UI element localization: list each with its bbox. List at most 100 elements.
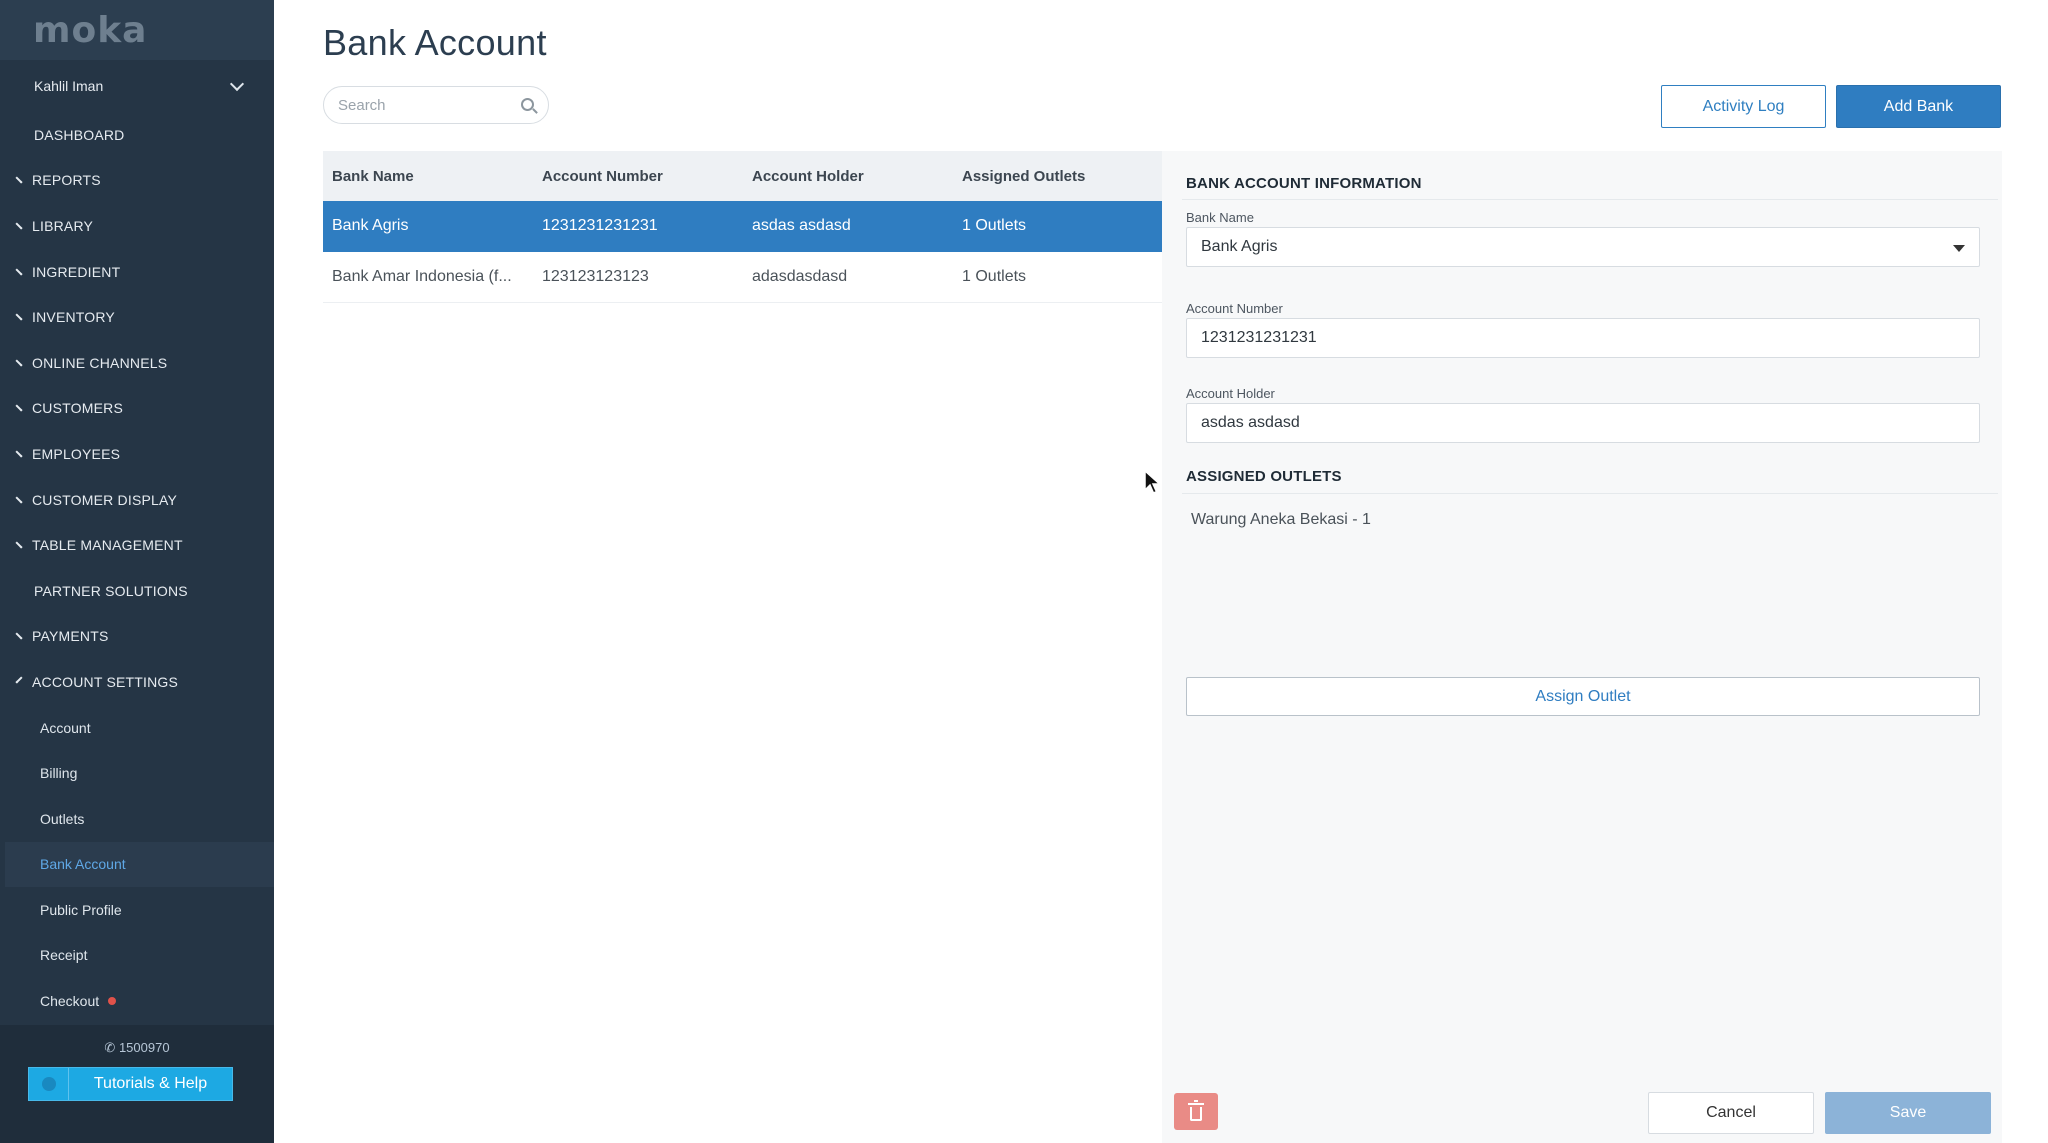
nav-dashboard[interactable]: DASHBOARD <box>0 112 274 158</box>
subnav-public-profile[interactable]: Public Profile <box>0 887 274 933</box>
nav-label: TABLE MANAGEMENT <box>32 537 183 554</box>
user-menu[interactable]: Kahlil Iman <box>0 60 274 112</box>
nav-customers[interactable]: CUSTOMERS <box>0 386 274 432</box>
divider <box>1182 199 1998 200</box>
help-label: Tutorials & Help <box>93 1075 208 1092</box>
cancel-button[interactable]: Cancel <box>1648 1092 1814 1134</box>
nav-label: ONLINE CHANNELS <box>32 354 168 371</box>
user-name: Kahlil Iman <box>34 78 104 94</box>
nav-label: CUSTOMER DISPLAY <box>32 491 178 508</box>
nav-library[interactable]: LIBRARY <box>0 203 274 249</box>
chevron-right-icon <box>0 268 23 276</box>
chevron-down-icon <box>0 676 23 684</box>
column-header-account-number[interactable]: Account Number <box>533 168 743 185</box>
phone-icon: ✆ <box>104 1040 116 1055</box>
nav-reports[interactable]: REPORTS <box>0 158 274 204</box>
logo-text: moka <box>33 9 148 51</box>
chevron-right-icon <box>0 450 23 458</box>
bank-name-select[interactable]: Bank Agris <box>1186 227 1980 267</box>
save-button[interactable]: Save <box>1825 1092 1991 1134</box>
bank-account-detail-panel: BANK ACCOUNT INFORMATION Bank Name Bank … <box>1162 151 2002 1143</box>
chevron-right-icon <box>0 632 23 640</box>
account-holder-field[interactable]: asdas asdasd <box>1186 403 1980 443</box>
app-window: moka Kahlil Iman DASHBOARD REPORTS LIBRA… <box>0 0 2048 1143</box>
subnav-label: Billing <box>40 765 78 782</box>
cell-account-holder: asdas asdasd <box>752 217 851 234</box>
phone-number: 1500970 <box>118 1040 170 1055</box>
nav-partner-solutions[interactable]: PARTNER SOLUTIONS <box>0 568 274 614</box>
chevron-right-icon <box>0 176 23 184</box>
subnav-bank-account[interactable]: Bank Account <box>5 841 274 888</box>
tutorials-help-button[interactable]: Tutorials & Help <box>28 1067 233 1101</box>
nav-payments[interactable]: PAYMENTS <box>0 614 274 660</box>
notification-dot <box>108 997 117 1006</box>
nav-ingredient[interactable]: INGREDIENT <box>0 249 274 295</box>
search-input[interactable] <box>338 96 508 114</box>
activity-log-button[interactable]: Activity Log <box>1661 85 1826 128</box>
chevron-down-icon <box>229 76 245 91</box>
delete-button[interactable] <box>1174 1093 1218 1130</box>
nav-label: PARTNER SOLUTIONS <box>34 582 188 599</box>
subnav-checkout[interactable]: Checkout <box>0 978 274 1024</box>
subnav-label: Receipt <box>40 947 88 964</box>
subnav-receipt[interactable]: Receipt <box>0 933 274 979</box>
subnav-label: Account <box>40 719 91 736</box>
nav-account-settings[interactable]: ACCOUNT SETTINGS <box>0 659 274 705</box>
nav-label: ACCOUNT SETTINGS <box>32 673 179 690</box>
chevron-right-icon <box>0 359 23 367</box>
cell-bank-name: Bank Amar Indonesia (f... <box>332 268 512 285</box>
subnav-billing[interactable]: Billing <box>0 750 274 796</box>
bank-name-value: Bank Agris <box>1201 238 1278 255</box>
support-phone: ✆ 1500970 <box>0 1040 274 1056</box>
subnav-outlets[interactable]: Outlets <box>0 796 274 842</box>
assign-outlet-button[interactable]: Assign Outlet <box>1186 677 1980 716</box>
page-title: Bank Account <box>323 22 547 63</box>
column-header-bank-name[interactable]: Bank Name <box>323 168 533 185</box>
cell-account-number: 123123123123 <box>542 268 649 285</box>
table-row[interactable]: Bank Agris 1231231231231 asdas asdasd 1 … <box>323 201 1162 252</box>
chevron-right-icon <box>0 496 23 504</box>
column-header-account-holder[interactable]: Account Holder <box>743 168 953 185</box>
chevron-right-icon <box>0 404 23 412</box>
nav-label: INVENTORY <box>32 309 115 326</box>
subnav-account[interactable]: Account <box>0 705 274 751</box>
account-holder-label: Account Holder <box>1186 386 1275 401</box>
bank-name-label: Bank Name <box>1186 210 1254 225</box>
subnav-label: Public Profile <box>40 901 122 918</box>
main-content: Bank Account Activity Log Add Bank Bank … <box>274 0 2048 1143</box>
nav-online-channels[interactable]: ONLINE CHANNELS <box>0 340 274 386</box>
subnav-label: Checkout <box>40 993 100 1010</box>
cell-account-number: 1231231231231 <box>542 217 658 234</box>
table-header: Bank Name Account Number Account Holder … <box>323 151 1162 201</box>
caret-down-icon <box>1953 245 1965 252</box>
subnav-label: Bank Account <box>40 856 126 873</box>
nav-employees[interactable]: EMPLOYEES <box>0 431 274 477</box>
nav-customer-display[interactable]: CUSTOMER DISPLAY <box>0 477 274 523</box>
column-header-assigned-outlets[interactable]: Assigned Outlets <box>953 168 1162 185</box>
nav-label: EMPLOYEES <box>32 445 121 462</box>
table-row[interactable]: Bank Amar Indonesia (f... 123123123123 a… <box>323 252 1162 303</box>
account-number-value: 1231231231231 <box>1201 329 1317 346</box>
account-number-field[interactable]: 1231231231231 <box>1186 318 1980 358</box>
search-icon <box>521 98 534 111</box>
account-holder-value: asdas asdasd <box>1201 414 1300 431</box>
cell-assigned-outlets: 1 Outlets <box>962 268 1027 285</box>
nav-label: DASHBOARD <box>34 126 125 143</box>
sidebar: moka Kahlil Iman DASHBOARD REPORTS LIBRA… <box>0 0 274 1143</box>
search-box[interactable] <box>323 86 549 124</box>
nav-label: INGREDIENT <box>32 263 121 280</box>
cell-assigned-outlets: 1 Outlets <box>962 217 1027 234</box>
nav-table-management[interactable]: TABLE MANAGEMENT <box>0 522 274 568</box>
main-nav: DASHBOARD REPORTS LIBRARY INGREDIENT INV… <box>0 112 274 1024</box>
cell-bank-name: Bank Agris <box>332 217 409 234</box>
add-bank-button[interactable]: Add Bank <box>1836 85 2001 128</box>
moka-logo[interactable]: moka <box>0 0 274 60</box>
outlet-list-item: Warung Aneka Bekasi - 1 <box>1191 511 1371 528</box>
nav-inventory[interactable]: INVENTORY <box>0 294 274 340</box>
sidebar-footer: ✆ 1500970 Tutorials & Help <box>0 1025 274 1143</box>
divider <box>1182 493 1998 494</box>
nav-label: REPORTS <box>32 172 101 189</box>
info-icon <box>29 1068 69 1100</box>
bank-account-info-title: BANK ACCOUNT INFORMATION <box>1186 175 1422 192</box>
assigned-outlets-title: ASSIGNED OUTLETS <box>1186 468 1342 485</box>
